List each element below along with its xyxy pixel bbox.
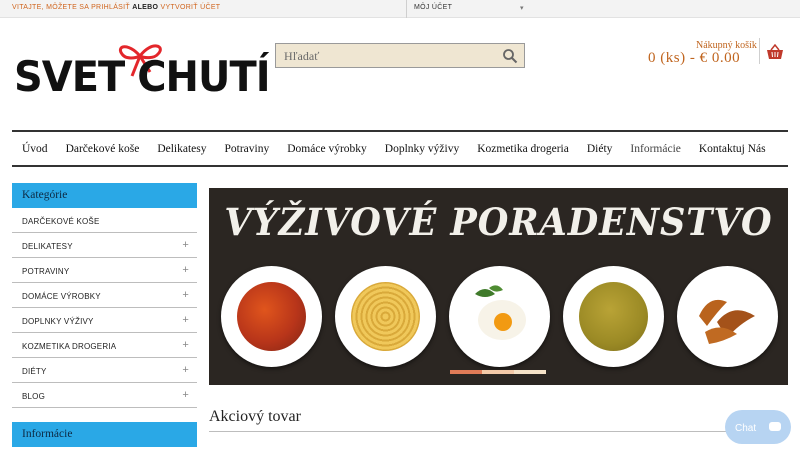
section-divider: [209, 431, 788, 432]
site-logo[interactable]: SVET CHUTÍ: [14, 38, 271, 108]
cart-summary[interactable]: 0 (ks) - € 0.00: [648, 50, 740, 67]
category-item-darcekove-kose[interactable]: DARČEKOVÉ KOŠE: [12, 208, 197, 233]
category-label: DARČEKOVÉ KOŠE: [22, 217, 100, 226]
category-list: DARČEKOVÉ KOŠE DELIKATESY + POTRAVINY + DO…: [12, 208, 197, 408]
category-label: DELIKATESY: [22, 242, 73, 251]
category-label: DIÉTY: [22, 367, 47, 376]
or-text: ALEBO: [132, 4, 159, 11]
plus-icon[interactable]: +: [182, 389, 189, 401]
basket-icon[interactable]: [766, 44, 784, 60]
category-label: DOPLNKY VÝŽIVY: [22, 317, 94, 326]
login-prompt: VITAJTE, MÔŽETE SA PRIHLÁSIŤ ALEBO VYTVO…: [12, 4, 220, 11]
category-label: DOMÁCE VÝROBKY: [22, 292, 101, 301]
plate-soup-image: [221, 266, 322, 367]
plate-croissant-image: [677, 266, 778, 367]
chat-bubble-icon: [769, 422, 781, 431]
nav-item-informacie[interactable]: Informácie: [630, 143, 680, 155]
plus-icon[interactable]: +: [182, 239, 189, 251]
search-icon[interactable]: [502, 48, 518, 64]
promo-banner[interactable]: VÝŽIVOVÉ PORADENSTVO: [209, 188, 788, 385]
plus-icon[interactable]: +: [182, 314, 189, 326]
banner-title: VÝŽIVOVÉ PORADENSTVO: [224, 200, 773, 244]
main-nav: Úvod Darčekové koše Delikatesy Potraviny…: [12, 130, 788, 167]
category-label: POTRAVINY: [22, 267, 70, 276]
topbar-divider: [406, 0, 407, 18]
register-link[interactable]: VYTVORIŤ ÚČET: [160, 4, 220, 11]
plate-egg-image: [449, 266, 550, 367]
top-bar: VITAJTE, MÔŽETE SA PRIHLÁSIŤ ALEBO VYTVO…: [0, 0, 800, 18]
my-account-link[interactable]: MÔJ ÚČET: [414, 4, 452, 11]
slider-indicators: [450, 370, 546, 374]
category-item-delikatesy[interactable]: DELIKATESY +: [12, 233, 197, 258]
section-title: Akciový tovar: [209, 408, 301, 425]
category-label: KOZMETIKA DROGERIA: [22, 342, 117, 351]
category-item-diety[interactable]: DIÉTY +: [12, 358, 197, 383]
plus-icon[interactable]: +: [182, 264, 189, 276]
cart-divider: [759, 38, 760, 64]
search-box[interactable]: [275, 43, 525, 68]
slider-dot[interactable]: [514, 370, 546, 374]
category-item-potraviny[interactable]: POTRAVINY +: [12, 258, 197, 283]
nav-item-darcekove-kose[interactable]: Darčekové koše: [66, 143, 140, 155]
category-item-blog[interactable]: BLOG +: [12, 383, 197, 408]
plus-icon[interactable]: +: [182, 339, 189, 351]
category-item-domace-vyrobky[interactable]: DOMÁCE VÝROBKY +: [12, 283, 197, 308]
slider-dot-active[interactable]: [450, 370, 482, 374]
nav-item-kozmetika-drogeria[interactable]: Kozmetika drogeria: [477, 143, 569, 155]
plus-icon[interactable]: +: [182, 364, 189, 376]
plate-cream-soup-image: [563, 266, 664, 367]
chat-label: Chat: [735, 423, 757, 434]
nav-item-uvod[interactable]: Úvod: [22, 143, 48, 155]
categories-heading: Kategórie: [12, 183, 197, 208]
chevron-down-icon[interactable]: ▾: [520, 4, 524, 12]
logo-text: SVET CHUTÍ: [14, 52, 271, 101]
information-heading: Informácie: [12, 422, 197, 447]
category-label: BLOG: [22, 392, 46, 401]
plus-icon[interactable]: +: [182, 289, 189, 301]
search-input[interactable]: [284, 48, 484, 64]
nav-item-potraviny[interactable]: Potraviny: [225, 143, 270, 155]
slider-dot[interactable]: [482, 370, 514, 374]
plate-pasta-image: [335, 266, 436, 367]
welcome-text: VITAJTE, MÔŽETE SA PRIHLÁSIŤ: [12, 4, 130, 11]
nav-item-delikatesy[interactable]: Delikatesy: [157, 143, 206, 155]
category-item-doplnky-vyzivy[interactable]: DOPLNKY VÝŽIVY +: [12, 308, 197, 333]
nav-item-domace-vyrobky[interactable]: Domáce výrobky: [287, 143, 367, 155]
chat-button[interactable]: Chat: [725, 410, 791, 444]
category-item-kozmetika-drogeria[interactable]: KOZMETIKA DROGERIA +: [12, 333, 197, 358]
nav-item-doplnky-vyzivy[interactable]: Doplnky výživy: [385, 143, 459, 155]
nav-item-diety[interactable]: Diéty: [587, 143, 613, 155]
nav-item-kontaktuj-nas[interactable]: Kontaktuj Nás: [699, 143, 766, 155]
